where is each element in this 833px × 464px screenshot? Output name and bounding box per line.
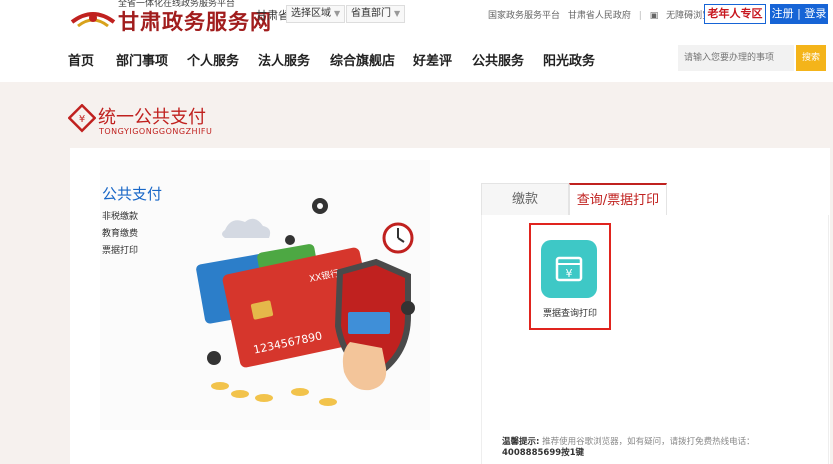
search-button[interactable]: 搜索	[796, 45, 826, 71]
search-input[interactable]	[678, 45, 794, 71]
nav-item-flagship-store[interactable]: 综合旗舰店	[330, 50, 395, 69]
nav-item-public-services[interactable]: 公共服务	[472, 50, 524, 69]
department-select-label: 省直部门	[351, 8, 391, 19]
section-pinyin: TONGYIGONGGONGZHIFU	[99, 127, 213, 136]
accessibility-icon: ▣	[649, 11, 659, 21]
tab-query-receipt-print[interactable]: 查询/票据打印	[569, 183, 667, 215]
tip-text: 温馨提示: 推荐使用谷歌浏览器，如有疑问，请拨打免费热线电话： 40088856…	[502, 437, 802, 459]
chevron-down-icon: ▼	[394, 9, 401, 18]
receipt-icon[interactable]: ¥	[541, 240, 597, 298]
nav-item-corporate-services[interactable]: 法人服务	[258, 50, 310, 69]
tip-label: 温馨提示:	[502, 437, 540, 447]
link-education-payment[interactable]: 教育缴费	[102, 226, 138, 239]
login-button[interactable]: 注册 | 登录	[770, 4, 828, 24]
receipt-query-print-label[interactable]: 票据查询打印	[529, 306, 611, 319]
site-title[interactable]: 甘肃政务服务网	[118, 6, 272, 36]
chevron-down-icon: ▼	[334, 9, 341, 18]
nav-item-sunshine-government[interactable]: 阳光政务	[543, 50, 595, 69]
svg-text:¥: ¥	[79, 114, 85, 125]
nav-item-home[interactable]: 首页	[68, 50, 94, 69]
top-link-national-platform[interactable]: 国家政务服务平台	[488, 11, 560, 21]
divider: |	[638, 11, 642, 21]
nav-item-rating[interactable]: 好差评	[413, 50, 452, 69]
province-label: 甘肃省	[256, 9, 289, 22]
nav-item-personal-services[interactable]: 个人服务	[187, 50, 239, 69]
site-logo-icon[interactable]	[70, 0, 116, 30]
payment-cards-illustration: XX银行 1234567890	[196, 198, 415, 406]
link-receipt-print[interactable]: 票据打印	[102, 243, 138, 256]
receipt-icon-glyph: ¥	[566, 267, 573, 280]
public-payment-title: 公共支付	[102, 185, 163, 203]
tab-payment[interactable]: 缴款	[481, 183, 569, 215]
payment-tabs: 缴款 查询/票据打印	[481, 183, 827, 216]
section-title: 统一公共支付	[98, 107, 206, 128]
region-select[interactable]: 选择区域 ▼	[286, 5, 346, 23]
top-links: 国家政务服务平台 甘肃省人民政府 | ▣ 无障碍浏览	[488, 8, 716, 21]
public-payment-logo-icon: ¥	[68, 104, 96, 133]
elder-zone-button[interactable]: 老年人专区	[704, 4, 766, 24]
hotline-number: 4008885699按1键	[502, 448, 585, 458]
top-link-provincial-government[interactable]: 甘肃省人民政府	[568, 11, 631, 21]
nav-item-department-matters[interactable]: 部门事项	[116, 50, 168, 69]
link-non-tax-payment[interactable]: 非税缴款	[102, 209, 138, 222]
region-select-label: 选择区域	[291, 8, 331, 19]
department-select[interactable]: 省直部门 ▼	[346, 5, 406, 23]
tip-body: 推荐使用谷歌浏览器，如有疑问，请拨打免费热线电话：	[542, 437, 755, 447]
